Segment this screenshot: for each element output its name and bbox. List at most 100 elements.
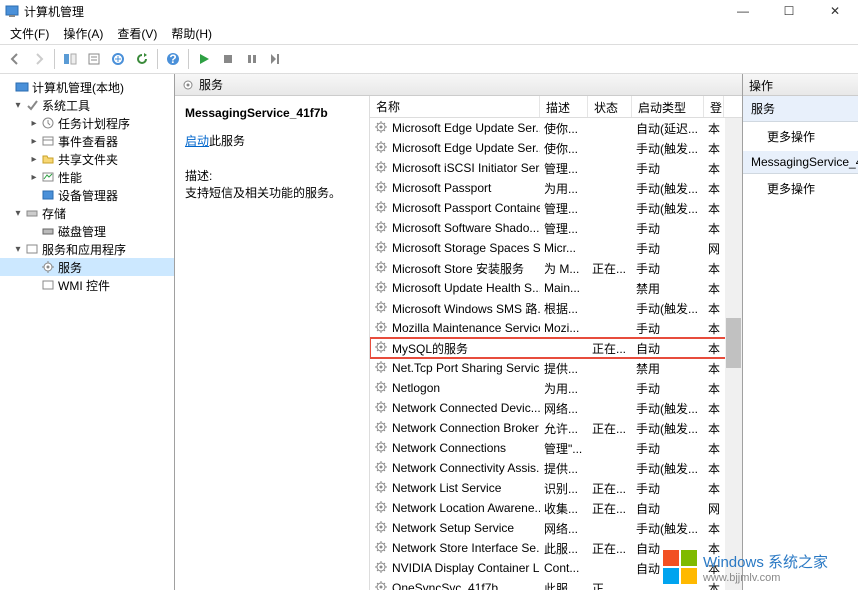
service-row[interactable]: Network Setup Service网络...手动(触发...本 [370,518,742,538]
expand-icon[interactable]: ▸ [28,118,40,129]
service-startup: 自动(延迟... [632,120,704,137]
service-row[interactable]: Microsoft Windows SMS 路...根据...手动(触发...本 [370,298,742,318]
tree-services[interactable]: 服务 [0,258,174,276]
tree-device-manager[interactable]: 设备管理器 [0,186,174,204]
tree-storage[interactable]: ▾存储 [0,204,174,222]
menubar: 文件(F) 操作(A) 查看(V) 帮助(H) [0,22,858,44]
tree-performance[interactable]: ▸性能 [0,168,174,186]
service-name: Mozilla Maintenance Service [392,321,540,335]
service-logon: 本 [704,300,724,317]
tree-shared-folders[interactable]: ▸共享文件夹 [0,150,174,168]
collapse-icon[interactable]: ▾ [12,244,24,255]
col-startup-type[interactable]: 启动类型 [632,96,704,117]
gear-icon [374,440,390,456]
service-row[interactable]: Netlogon为用...手动本 [370,378,742,398]
service-row[interactable]: Mozilla Maintenance ServiceMozi...手动本 [370,318,742,338]
expand-icon[interactable]: ▸ [28,154,40,165]
tree-system-tools[interactable]: ▾系统工具 [0,96,174,114]
service-desc: 使你... [540,120,588,137]
gear-icon [374,200,390,216]
maximize-button[interactable]: ☐ [766,0,812,22]
service-row[interactable]: Network Location Awarene...收集...正在...自动网 [370,498,742,518]
tree-event-viewer[interactable]: ▸事件查看器 [0,132,174,150]
service-logon: 本 [704,220,724,237]
service-row[interactable]: Microsoft Storage Spaces S...Micr...手动网 [370,238,742,258]
tree-services-apps[interactable]: ▾服务和应用程序 [0,240,174,258]
gear-icon [374,520,390,536]
list-body[interactable]: Microsoft Edge Update Ser...使你... 自动(延迟..… [370,118,742,590]
actions-header: 操作 [743,74,858,96]
help-button[interactable]: ? [162,48,184,70]
service-row[interactable]: Network Connection Broker允许...正在...手动(触发… [370,418,742,438]
service-row[interactable]: Microsoft Passport Container管理...手动(触发..… [370,198,742,218]
pause-service-button[interactable] [241,48,263,70]
service-logon: 本 [704,200,724,217]
service-name: Microsoft Edge Update Ser... [392,121,540,135]
tree-disk-management[interactable]: 磁盘管理 [0,222,174,240]
collapse-icon[interactable]: ▾ [12,100,24,111]
service-row[interactable]: Net.Tcp Port Sharing Service提供...禁用本 [370,358,742,378]
collapse-icon[interactable]: ▾ [12,208,24,219]
refresh-button[interactable] [131,48,153,70]
service-row[interactable]: Microsoft iSCSI Initiator Ser...管理...手动本 [370,158,742,178]
window-controls: — ☐ ✕ [720,0,858,22]
service-row[interactable]: Network Connected Devic...网络...手动(触发...本 [370,398,742,418]
service-startup: 手动(触发... [632,460,704,477]
col-logon-as[interactable]: 登 [704,96,724,117]
menu-action[interactable]: 操作(A) [57,23,109,44]
start-service-link[interactable]: 启动 [185,134,209,148]
export-button[interactable] [107,48,129,70]
col-status[interactable]: 状态 [588,96,632,117]
gear-icon [374,300,390,316]
tree-task-scheduler[interactable]: ▸任务计划程序 [0,114,174,132]
service-row[interactable]: MySQL的服务正在...自动本 [370,338,742,358]
service-row[interactable]: Microsoft Passport为用...手动(触发...本 [370,178,742,198]
service-row[interactable]: Network List Service识别...正在...手动本 [370,478,742,498]
properties-button[interactable] [83,48,105,70]
tree-pane: 计算机管理(本地) ▾系统工具 ▸任务计划程序 ▸事件查看器 ▸共享文件夹 ▸性… [0,74,175,590]
service-logon: 本 [704,380,724,397]
scrollbar[interactable] [725,118,742,590]
service-row[interactable]: Microsoft Software Shado...管理...手动本 [370,218,742,238]
service-desc: 网络... [540,520,588,537]
service-row[interactable]: Microsoft Store 安装服务为 M...正在...手动本 [370,258,742,278]
menu-view[interactable]: 查看(V) [111,23,163,44]
service-name: Microsoft Passport Container [392,201,540,215]
col-description[interactable]: 描述 [540,96,588,117]
stop-service-button[interactable] [217,48,239,70]
actions-more-2[interactable]: 更多操作 [743,174,858,203]
service-name: Microsoft Windows SMS 路... [392,300,540,317]
menu-file[interactable]: 文件(F) [4,23,55,44]
scrollbar-thumb[interactable] [726,318,741,368]
service-status: 正在运行自 [588,580,632,590]
restart-service-button[interactable] [265,48,287,70]
service-row[interactable]: Microsoft Edge Update Ser...使你...手动(触发..… [370,138,742,158]
service-name: Network Connection Broker [392,421,539,435]
expand-icon[interactable]: ▸ [28,172,40,183]
tree-root[interactable]: 计算机管理(本地) [0,78,174,96]
tree-wmi-control[interactable]: WMI 控件 [0,276,174,294]
service-desc: 提供... [540,360,588,377]
service-desc: Cont... [540,561,588,575]
close-button[interactable]: ✕ [812,0,858,22]
forward-button[interactable] [28,48,50,70]
minimize-button[interactable]: — [720,0,766,22]
service-logon: 本 [704,180,724,197]
service-row[interactable]: Microsoft Edge Update Ser...使你... 自动(延迟..… [370,118,742,138]
service-row[interactable]: Microsoft Update Health S...Main...禁用本 [370,278,742,298]
actions-pane: 操作 服务 更多操作 MessagingService_41... 更多操作 [743,74,858,590]
service-startup: 禁用 [632,280,704,297]
actions-more-1[interactable]: 更多操作 [743,122,858,151]
show-hide-button[interactable] [59,48,81,70]
back-button[interactable] [4,48,26,70]
expand-icon[interactable]: ▸ [28,136,40,147]
service-row[interactable]: Network Connections管理"...手动本 [370,438,742,458]
service-name: Network List Service [392,481,501,495]
start-service-button[interactable] [193,48,215,70]
service-logon: 本 [704,440,724,457]
col-name[interactable]: 名称 [370,96,540,117]
service-row[interactable]: Network Connectivity Assis...提供...手动(触发.… [370,458,742,478]
gear-icon [374,280,390,296]
toolbar: ? [0,44,858,74]
menu-help[interactable]: 帮助(H) [165,23,218,44]
